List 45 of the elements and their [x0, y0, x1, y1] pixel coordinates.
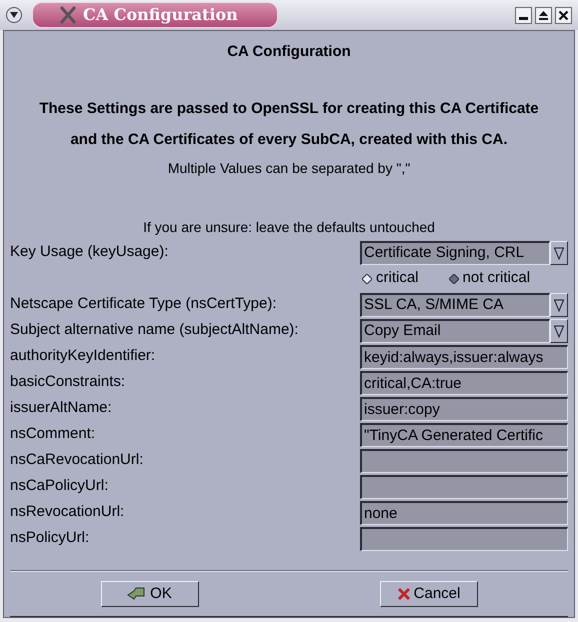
minimize-button[interactable]	[515, 6, 532, 24]
intro-text: and the CA Certificates of every SubCA, created with this CA.	[70, 130, 508, 150]
field-label: nsRevocationUrl:	[10, 502, 126, 522]
field-label: Netscape Certificate Type (nsCertType):	[10, 294, 278, 314]
minimize-icon	[519, 16, 528, 20]
cross-icon	[396, 587, 411, 601]
text-field[interactable]	[360, 448, 568, 472]
dropdown-triangle-icon	[554, 324, 564, 338]
text-field[interactable]: issuer:copy	[360, 396, 568, 420]
maximize-icon	[538, 10, 549, 20]
text-field[interactable]: critical,CA:true	[360, 370, 568, 394]
radio-diamond-icon	[362, 274, 372, 284]
text-field[interactable]	[360, 474, 568, 498]
field-label: nsCaPolicyUrl:	[10, 476, 110, 496]
text-field[interactable]	[360, 526, 568, 550]
maximize-button[interactable]	[535, 6, 552, 24]
intro-text: These Settings are passed to OpenSSL for creating this CA Certificate	[39, 98, 539, 118]
window-title: CA Configuration	[83, 4, 238, 26]
dropdown-triangle-icon	[554, 298, 564, 312]
ok-button[interactable]: OK	[100, 581, 198, 607]
window-menu-button[interactable]	[6, 7, 22, 23]
text-field[interactable]: none	[360, 500, 568, 524]
return-arrow-icon	[127, 586, 148, 602]
close-button[interactable]	[555, 6, 572, 24]
dialog-heading: CA Configuration	[226, 42, 352, 62]
field-label: issuerAltName:	[10, 398, 113, 418]
radio-option[interactable]: critical	[362, 267, 419, 290]
field-label: nsPolicyUrl:	[10, 528, 90, 548]
field-label: basicConstraints:	[10, 372, 126, 392]
close-icon	[558, 10, 569, 20]
field-label: nsComment:	[10, 424, 96, 444]
text-field[interactable]: keyid:always,issuer:always	[360, 344, 568, 368]
cancel-button[interactable]: Cancel	[380, 581, 478, 607]
text-field[interactable]: "TinyCA Generated Certific	[360, 422, 568, 446]
field-label: Subject alternative name (subjectAltName):	[10, 320, 300, 340]
note-text: Multiple Values can be separated by ","	[166, 158, 412, 178]
field-label: authorityKeyIdentifier:	[10, 346, 156, 366]
caret-icon	[10, 12, 18, 18]
field-label: Key Usage (keyUsage):	[10, 242, 170, 262]
radio-option[interactable]: not critical	[448, 267, 530, 290]
hint-text: If you are unsure: leave the defaults untouched	[142, 218, 436, 237]
field-label: nsCaRevocationUrl:	[10, 450, 144, 470]
x-logo-icon	[59, 6, 77, 24]
radio-diamond-icon	[448, 274, 459, 284]
dropdown-triangle-icon	[554, 246, 564, 260]
